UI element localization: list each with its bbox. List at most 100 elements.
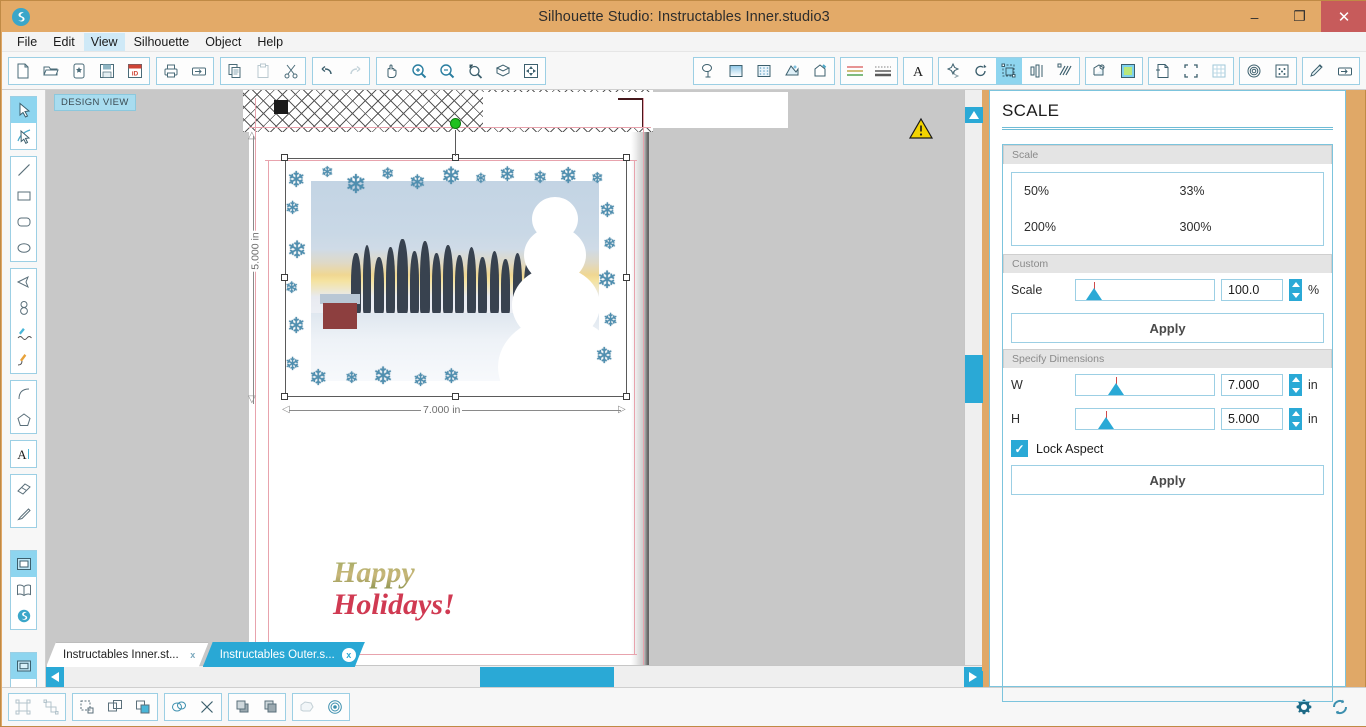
resize-handle-e[interactable] [623,274,630,281]
scale-input[interactable]: 100.0 [1221,279,1283,301]
close-button[interactable]: ✕ [1321,1,1366,32]
fill-color-icon[interactable] [723,58,749,84]
fit-to-window-icon[interactable] [518,58,544,84]
print-icon[interactable] [158,58,184,84]
scale-preset-33[interactable]: 33% [1168,173,1324,209]
knife-shape-icon[interactable] [294,694,320,720]
weld-icon[interactable] [130,694,156,720]
resize-handle-sw[interactable] [281,393,288,400]
move-icon[interactable] [940,58,966,84]
registration-marks-icon[interactable] [1178,58,1204,84]
design-view-icon[interactable] [11,653,37,679]
merge-icon[interactable] [166,694,192,720]
library-book-icon[interactable] [11,577,37,603]
design-page-icon[interactable] [11,551,37,577]
stipple-icon[interactable] [1269,58,1295,84]
ungroup-icon[interactable] [38,694,64,720]
line-thickness-icon[interactable] [870,58,896,84]
scale-apply-button[interactable]: Apply [1011,313,1324,343]
scale-stepper[interactable] [1289,279,1302,301]
close-icon[interactable]: x [342,648,356,662]
new-document-icon[interactable] [10,58,36,84]
minimize-button[interactable]: – [1232,1,1277,32]
maximize-button[interactable]: ❐ [1277,1,1322,32]
resize-handle-s[interactable] [452,393,459,400]
open-library-icon[interactable] [66,58,92,84]
horizontal-scroll-track[interactable] [64,666,964,687]
crop-icon[interactable] [194,694,220,720]
paste-icon[interactable] [250,58,276,84]
trace-icon[interactable] [1115,58,1141,84]
menu-item-object[interactable]: Object [198,33,248,51]
canvas-horizontal-scrollbar[interactable] [46,665,982,687]
lock-aspect-row[interactable]: ✓ Lock Aspect [1003,436,1332,459]
fill-gradient-icon[interactable] [779,58,805,84]
resize-handle-se[interactable] [623,393,630,400]
knife-tool-icon[interactable] [11,501,37,527]
line-style-icon[interactable] [842,58,868,84]
scale-preset-50[interactable]: 50% [1012,173,1168,209]
offset-icon[interactable] [1087,58,1113,84]
ellipse-tool-icon[interactable] [11,235,37,261]
width-slider[interactable] [1075,374,1215,396]
regular-polygon-tool-icon[interactable] [11,407,37,433]
horizontal-scroll-thumb[interactable] [480,666,614,687]
save-icon[interactable] [94,58,120,84]
zoom-out-icon[interactable] [434,58,460,84]
menu-item-edit[interactable]: Edit [46,33,82,51]
rectangle-tool-icon[interactable] [11,183,37,209]
polygon-tool-icon[interactable] [11,269,37,295]
zoom-region-icon[interactable] [490,58,516,84]
rotate-handle-icon[interactable] [450,118,461,129]
fill-pattern-icon[interactable] [751,58,777,84]
scale-icon[interactable] [996,57,1022,84]
warning-triangle-icon[interactable] [908,116,934,142]
send-panel-icon[interactable] [1332,58,1358,84]
height-slider[interactable] [1075,408,1215,430]
close-icon[interactable]: x [186,648,200,662]
text-tool-icon[interactable]: A [11,441,37,467]
scale-preset-200[interactable]: 200% [1012,209,1168,245]
copy-icon[interactable] [222,58,248,84]
cut-settings-icon[interactable] [695,58,721,84]
greeting-text-object[interactable]: Happy Holidays! [333,556,455,622]
cut-scissors-icon[interactable] [278,58,304,84]
arc-tool-icon[interactable] [11,381,37,407]
eraser-tool-icon[interactable] [11,475,37,501]
release-compound-path-icon[interactable] [102,694,128,720]
vertical-scroll-thumb[interactable] [965,355,983,403]
zoom-in-icon[interactable] [406,58,432,84]
menu-item-file[interactable]: File [10,33,44,51]
group-icon[interactable] [10,694,36,720]
height-input[interactable]: 5.000 [1221,408,1283,430]
doc-tab-instructables-outer[interactable]: Instructables Outer.s... x [203,642,365,667]
width-stepper[interactable] [1289,374,1302,396]
dimensions-apply-button[interactable]: Apply [1011,465,1324,495]
make-compound-path-icon[interactable] [74,694,100,720]
draw-smooth-icon[interactable] [11,347,37,373]
height-stepper[interactable] [1289,408,1302,430]
grid-icon[interactable] [1206,58,1232,84]
sketch-pen-icon[interactable] [1304,58,1330,84]
send-to-back-icon[interactable] [258,694,284,720]
send-to-silhouette-icon[interactable] [186,58,212,84]
line-color-icon[interactable] [807,58,833,84]
select-arrow-icon[interactable] [11,97,37,123]
text-style-icon[interactable]: A [905,58,931,84]
save-to-library-icon[interactable]: iD [122,58,148,84]
scale-slider[interactable] [1075,279,1215,301]
curve-shape-tool-icon[interactable] [11,295,37,321]
menu-item-view[interactable]: View [83,32,125,51]
menu-item-silhouette[interactable]: Silhouette [127,33,197,51]
draw-freehand-icon[interactable] [11,321,37,347]
resize-handle-nw[interactable] [281,154,288,161]
offset-target-icon[interactable] [322,694,348,720]
lock-aspect-checkbox[interactable]: ✓ [1011,440,1028,457]
scroll-right-button[interactable] [964,666,982,687]
edit-points-icon[interactable] [11,123,37,149]
resize-handle-w[interactable] [281,274,288,281]
line-tool-icon[interactable] [11,157,37,183]
sketch-spiral-icon[interactable] [1241,58,1267,84]
scroll-left-button[interactable] [46,666,64,687]
scroll-up-button[interactable] [965,107,983,123]
